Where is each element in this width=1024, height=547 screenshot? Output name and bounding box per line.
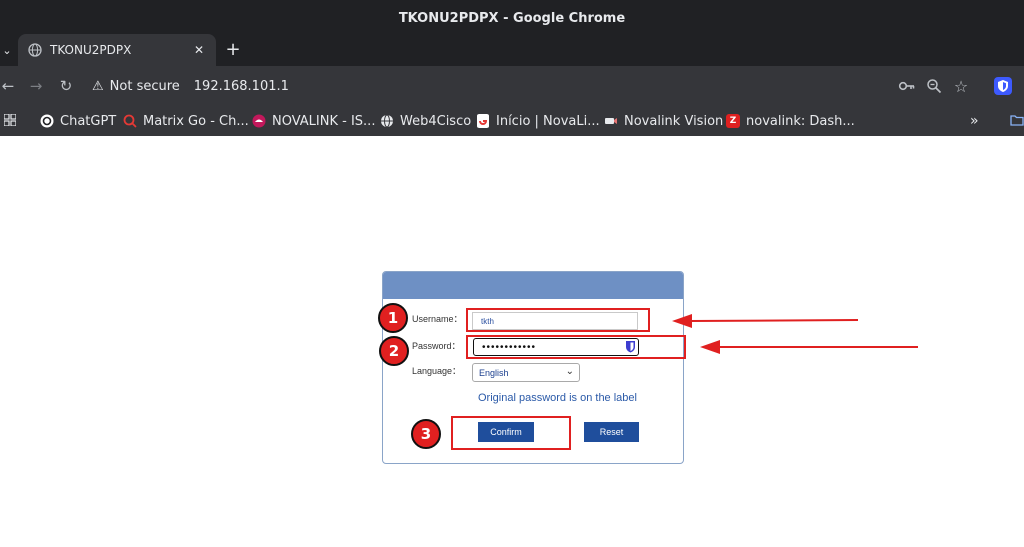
tab-search-chevron-icon[interactable]: ⌄: [0, 40, 14, 60]
globe-icon: [28, 43, 42, 57]
tab-title: TKONU2PDPX: [50, 43, 132, 57]
window-title: TKONU2PDPX - Google Chrome: [398, 10, 626, 26]
google-doc-icon: [477, 114, 489, 128]
globe-icon: [381, 114, 393, 128]
step-badge-2: 2: [379, 336, 409, 366]
arrow-to-username: [672, 314, 859, 328]
bookmark-label: ChatGPT: [60, 113, 117, 129]
security-status[interactable]: Not secure: [110, 79, 180, 94]
arrow-to-password: [700, 340, 918, 354]
bookmark-label: Matrix Go - Ch...: [143, 113, 249, 129]
bookmarks-bar: ChatGPT Matrix Go - Ch... NOVALINK - IS.…: [0, 106, 1024, 136]
camera-icon: [605, 118, 617, 124]
password-hint: Original password is on the label: [478, 392, 637, 404]
bookmark-label: Web4Cisco: [400, 113, 472, 129]
bookmark-web4cisco[interactable]: Web4Cisco: [380, 110, 471, 132]
novalink-logo-icon: [252, 114, 266, 128]
back-arrow-icon[interactable]: ←: [0, 76, 18, 96]
warning-triangle-icon[interactable]: ⚠: [92, 79, 104, 94]
matrix-go-icon: [123, 114, 137, 128]
forward-arrow-icon[interactable]: →: [26, 76, 46, 96]
bookmark-label: novalink: Dash...: [746, 113, 855, 129]
password-label: Password：: [412, 341, 461, 351]
bookmark-label: Novalink Vision: [624, 113, 724, 129]
window-titlebar: TKONU2PDPX - Google Chrome: [0, 0, 1024, 36]
language-value: English: [479, 367, 509, 378]
language-select[interactable]: English ⌄: [472, 363, 580, 382]
language-label: Language：: [412, 366, 462, 376]
bookmark-matrix-go[interactable]: Matrix Go - Ch...: [123, 110, 249, 132]
folder-icon[interactable]: [1010, 114, 1024, 126]
bookmark-novalink-dash[interactable]: Z novalink: Dash...: [726, 110, 855, 132]
bookmark-chatgpt[interactable]: ChatGPT: [40, 110, 116, 132]
bookmark-star-icon[interactable]: ☆: [951, 76, 971, 96]
address-bar[interactable]: ⚠ Not secure 192.168.101.1: [86, 72, 986, 100]
tab-close-icon[interactable]: ✕: [190, 41, 208, 59]
new-tab-button[interactable]: +: [222, 38, 244, 60]
login-panel-header: [383, 272, 683, 299]
username-label: Username：: [412, 314, 463, 324]
bookmark-novalink-is[interactable]: NOVALINK - IS...: [252, 110, 375, 132]
more-bookmarks-chevron-icon[interactable]: »: [970, 110, 979, 132]
reset-button[interactable]: Reset: [584, 422, 639, 442]
url-text[interactable]: 192.168.101.1: [194, 79, 289, 94]
bookmark-label: Início | NovaLi...: [496, 113, 600, 129]
annotation-box-username: [466, 308, 650, 332]
chevron-down-icon: ⌄: [565, 366, 574, 377]
zabbix-z-icon: Z: [726, 114, 740, 128]
key-icon[interactable]: [898, 78, 916, 94]
extension-shield-icon[interactable]: [994, 77, 1012, 95]
browser-tab[interactable]: TKONU2PDPX ✕: [18, 34, 216, 66]
bookmark-novalink-vision[interactable]: Novalink Vision: [604, 110, 723, 132]
bookmark-label: NOVALINK - IS...: [272, 113, 376, 129]
apps-grid-icon[interactable]: [4, 114, 16, 126]
browser-toolbar: ← → ↻ ⚠ Not secure 192.168.101.1 ☆: [0, 66, 1024, 106]
reload-icon[interactable]: ↻: [56, 76, 76, 96]
zoom-icon[interactable]: [926, 78, 942, 94]
step-badge-3: 3: [411, 419, 441, 449]
bookmark-inicio-novalink[interactable]: Início | NovaLi...: [476, 110, 600, 132]
chatgpt-icon: [40, 114, 54, 128]
step-badge-1: 1: [378, 303, 408, 333]
annotation-box-password: [466, 335, 686, 359]
tab-bar: ⌄ TKONU2PDPX ✕ +: [0, 34, 1024, 66]
annotation-box-confirm: [451, 416, 571, 450]
